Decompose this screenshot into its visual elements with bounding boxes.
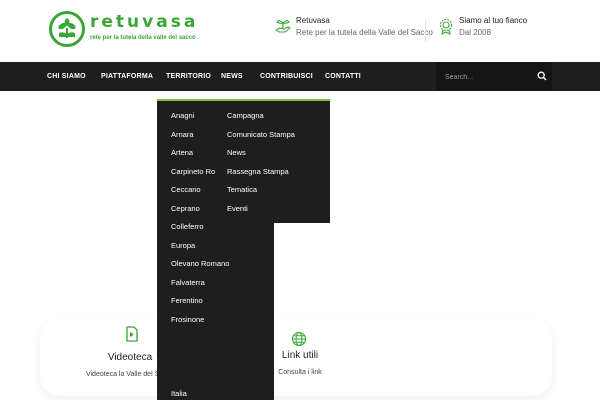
dropdown-item-frosinone[interactable]: Frosinone (171, 315, 271, 325)
dropdown-item-ceccano[interactable]: Ceccano (171, 185, 215, 195)
dropdown-item-tematica[interactable]: Tematica (227, 185, 327, 195)
logo-mark-icon (49, 11, 85, 47)
info-subtitle: Rete per la tutela della Valle del Sacco (296, 28, 433, 37)
globe-icon (291, 331, 307, 347)
page: retuvasa rete per la tutela della valle … (0, 0, 600, 400)
nav-item-news[interactable]: NEWS (221, 62, 243, 91)
dropdown-item-europa[interactable]: Europa (171, 241, 271, 251)
logo-tagline: rete per la tutela della valle del sacco (90, 35, 196, 41)
dropdown-item-arnara[interactable]: Arnara (171, 130, 215, 140)
dropdown-item-ferentino[interactable]: Ferentino (171, 296, 271, 306)
dropdown-item-ceprano[interactable]: Ceprano (171, 204, 215, 214)
dropdown-item-anagni[interactable]: Anagni (171, 111, 215, 121)
video-file-icon (126, 326, 138, 342)
dropdown-item-artena[interactable]: Artena (171, 148, 215, 158)
dropdown-item-olevano-romano[interactable]: Olevano Romano (171, 259, 271, 269)
dropdown-item-eventi[interactable]: Eventi (227, 204, 327, 214)
plant-hand-icon (274, 20, 292, 33)
nav-item-chi-siamo[interactable]: CHI SIAMO (47, 62, 86, 91)
nav-item-territorio[interactable]: TERRITORIO (166, 62, 211, 91)
dropdown-bottom-strip: Italia (157, 386, 216, 400)
nav-item-contatti[interactable]: CONTATTI (325, 62, 361, 91)
dropdown-item-italia[interactable]: Italia (171, 389, 187, 399)
feature-cards: Videoteca Videoteca la Valle del Sacco L… (40, 318, 552, 396)
logo-wordmark: retuvasa (90, 12, 199, 32)
search-input[interactable] (445, 70, 533, 84)
dropdown-item-rassegna-stampa[interactable]: Rassegna Stampa (227, 167, 327, 177)
nav-item-piattaforma[interactable]: PIATTAFORMA (101, 62, 153, 91)
info-title: Siamo al tuo fianco (459, 16, 528, 25)
award-badge-icon (439, 18, 453, 35)
search-icon[interactable] (537, 71, 547, 81)
dropdown-item-colleferro[interactable]: Colleferro (171, 222, 271, 232)
dropdown-item-carpineto-romano[interactable]: Carpineto Romano (171, 167, 215, 177)
search-box (436, 62, 552, 91)
main-navbar: CHI SIAMO PIATTAFORMA TERRITORIO NEWS CO… (0, 62, 600, 91)
nav-item-contribuisci[interactable]: CONTRIBUISCI (260, 62, 313, 91)
site-header: retuvasa rete per la tutela della valle … (0, 0, 600, 62)
dropdown-item-falvaterra[interactable]: Falvaterra (171, 278, 271, 288)
dropdown-item-news[interactable]: News (227, 148, 327, 158)
dropdown-item-campagna[interactable]: Campagna (227, 111, 327, 121)
header-divider (425, 20, 426, 42)
info-subtitle: Dal 2008 (459, 28, 492, 37)
dropdown-item-comunicato-stampa[interactable]: Comunicato Stampa (227, 130, 327, 140)
logo[interactable]: retuvasa rete per la tutela della valle … (49, 11, 196, 49)
dropdown-news-submenu: Campagna Comunicato Stampa News Rassegna… (216, 99, 330, 223)
info-title: Retuvasa (296, 16, 330, 25)
